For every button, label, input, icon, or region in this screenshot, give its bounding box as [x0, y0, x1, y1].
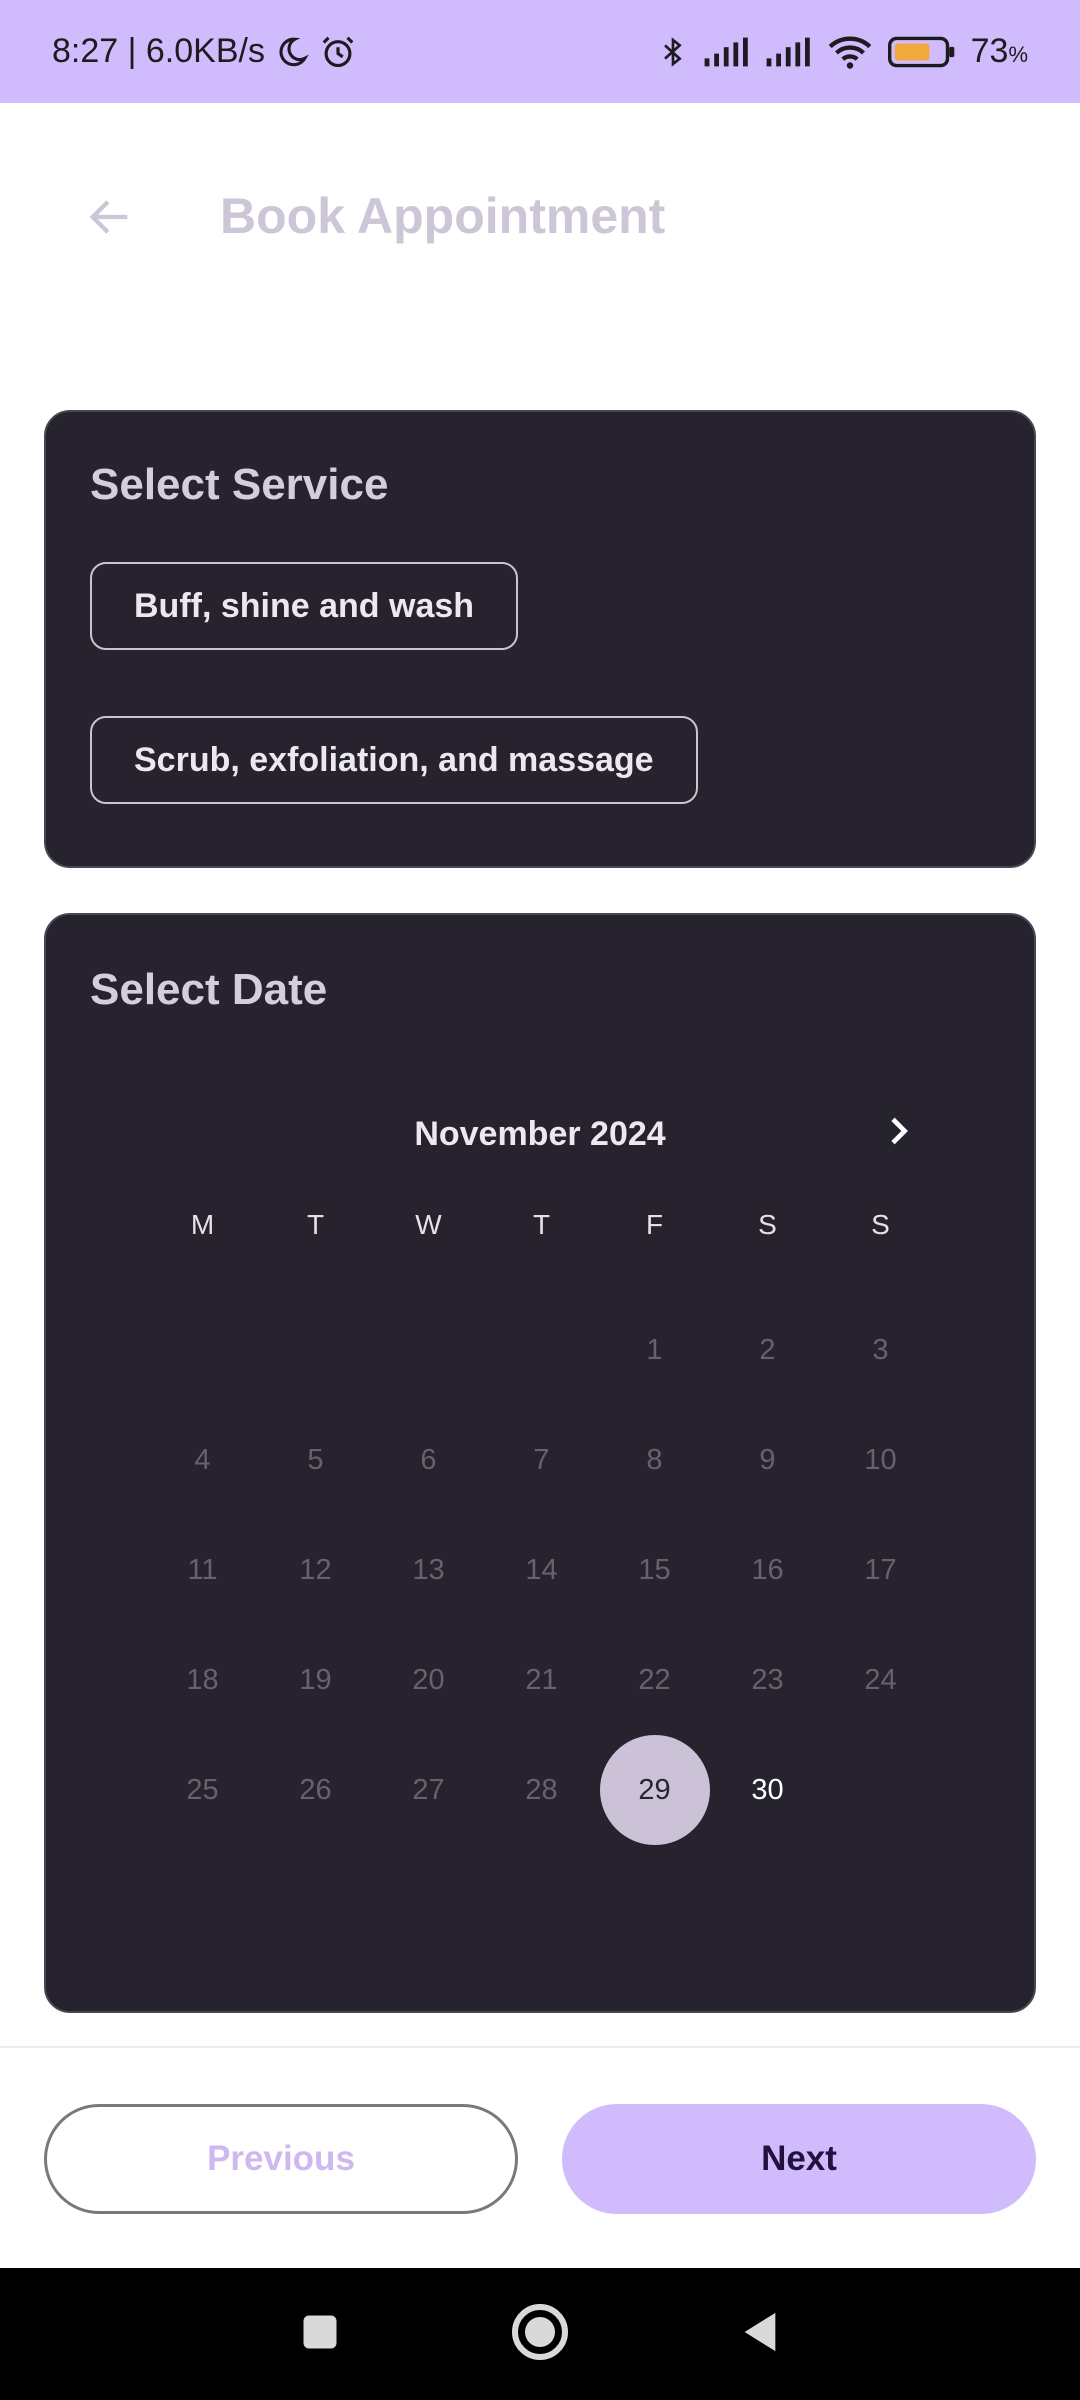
calendar-day: 22 — [638, 1663, 671, 1696]
calendar-day: 9 — [759, 1443, 776, 1476]
weekday-spacer — [146, 1255, 259, 1295]
previous-button[interactable]: Previous — [44, 2104, 518, 2214]
calendar-day: 13 — [412, 1553, 445, 1586]
weekday-label: S — [871, 1209, 890, 1240]
service-option-buff-shine-wash[interactable]: Buff, shine and wash — [90, 562, 519, 650]
weekday-label: T — [306, 1209, 325, 1240]
next-button[interactable]: Next — [562, 2104, 1036, 2214]
calendar-day: 26 — [299, 1773, 332, 1806]
wifi-icon — [827, 34, 873, 70]
weekday-label: W — [415, 1209, 442, 1240]
calendar-day[interactable]: 30 — [711, 1735, 824, 1845]
weekday-spacer — [711, 1255, 824, 1295]
calendar-day: 2 — [759, 1333, 776, 1366]
calendar-day: 20 — [412, 1663, 445, 1696]
calendar-day: 4 — [194, 1443, 211, 1476]
date-card: Select Date November 2024 MTWTFSS1234567… — [44, 913, 1036, 2013]
square-icon — [298, 2310, 342, 2359]
calendar-day: 14 — [525, 1553, 558, 1586]
back-button[interactable] — [74, 183, 146, 255]
calendar-day: 19 — [299, 1663, 332, 1696]
weekday-spacer — [372, 1255, 485, 1295]
weekday-spacer — [485, 1255, 598, 1295]
calendar-day: 6 — [420, 1443, 437, 1476]
calendar-day: 21 — [525, 1663, 558, 1696]
calendar-day: 23 — [751, 1663, 784, 1696]
calendar-day: 12 — [299, 1553, 332, 1586]
calendar-day: 15 — [638, 1553, 671, 1586]
battery-icon — [887, 35, 957, 69]
service-option-scrub-exfoliation-massage[interactable]: Scrub, exfoliation, and massage — [90, 716, 698, 804]
calendar-day: 7 — [533, 1443, 550, 1476]
service-card: Select Service Buff, shine and wash Scru… — [44, 410, 1036, 868]
calendar-blank-cell — [259, 1295, 372, 1405]
home-circle-icon — [510, 2302, 570, 2367]
calendar-day: 5 — [307, 1443, 324, 1476]
weekday-label: M — [190, 1209, 215, 1240]
calendar-blank-cell — [372, 1295, 485, 1405]
calendar-day-selected[interactable]: 29 — [598, 1735, 711, 1845]
calendar-day: 10 — [864, 1443, 897, 1476]
status-right: 73% — [657, 32, 1028, 71]
divider — [0, 2046, 1080, 2048]
status-left: 8:27 | 6.0KB/s — [52, 32, 357, 71]
calendar-day: 11 — [187, 1553, 218, 1586]
calendar-day: 18 — [186, 1663, 219, 1696]
weekday-label: T — [532, 1209, 551, 1240]
next-month-button[interactable] — [866, 1101, 930, 1165]
signal-icon — [765, 35, 813, 69]
selected-day-label: 29 — [599, 1735, 710, 1845]
calendar-blank-cell — [485, 1295, 598, 1405]
page-title: Book Appointment — [220, 188, 666, 244]
calendar-day: 1 — [646, 1333, 663, 1366]
weekday-spacer — [824, 1255, 937, 1295]
system-nav-bar — [0, 2268, 1080, 2400]
calendar-day: 25 — [186, 1773, 219, 1806]
battery-percent: 73% — [970, 32, 1028, 70]
weekday-spacer — [598, 1255, 711, 1295]
triangle-back-icon — [737, 2307, 783, 2362]
calendar-day: 3 — [872, 1333, 889, 1366]
chevron-right-icon — [878, 1111, 918, 1156]
arrow-left-icon — [84, 191, 136, 248]
calendar-day: 16 — [751, 1553, 784, 1586]
status-bar: 8:27 | 6.0KB/s 73% — [0, 0, 1080, 103]
bluetooth-icon — [657, 33, 689, 71]
calendar-day: 8 — [646, 1443, 663, 1476]
app-header: Book Appointment — [0, 103, 1080, 327]
calendar-day: 28 — [525, 1773, 558, 1806]
status-time-speed: 8:27 | 6.0KB/s — [52, 32, 265, 70]
home-button[interactable] — [505, 2299, 575, 2369]
calendar-blank-cell — [146, 1295, 259, 1405]
moon-icon — [275, 35, 309, 69]
weekday-label: F — [645, 1209, 664, 1240]
calendar-day: 27 — [412, 1773, 445, 1806]
weekday-label: S — [758, 1209, 777, 1240]
calendar-day: 17 — [864, 1553, 897, 1586]
recents-button[interactable] — [285, 2299, 355, 2369]
service-section-title: Select Service — [90, 460, 389, 509]
alarm-icon — [319, 33, 357, 71]
calendar-day: 24 — [864, 1663, 897, 1696]
date-section-title: Select Date — [90, 965, 328, 1014]
weekday-spacer — [259, 1255, 372, 1295]
back-nav-button[interactable] — [725, 2299, 795, 2369]
signal-icon — [703, 35, 751, 69]
calendar-grid: M T W T F S S 1 2 3 4 5 6 7 8 9 10 11 12 13 14 15 16 17 18 19 20 21… — [146, 1195, 937, 1845]
